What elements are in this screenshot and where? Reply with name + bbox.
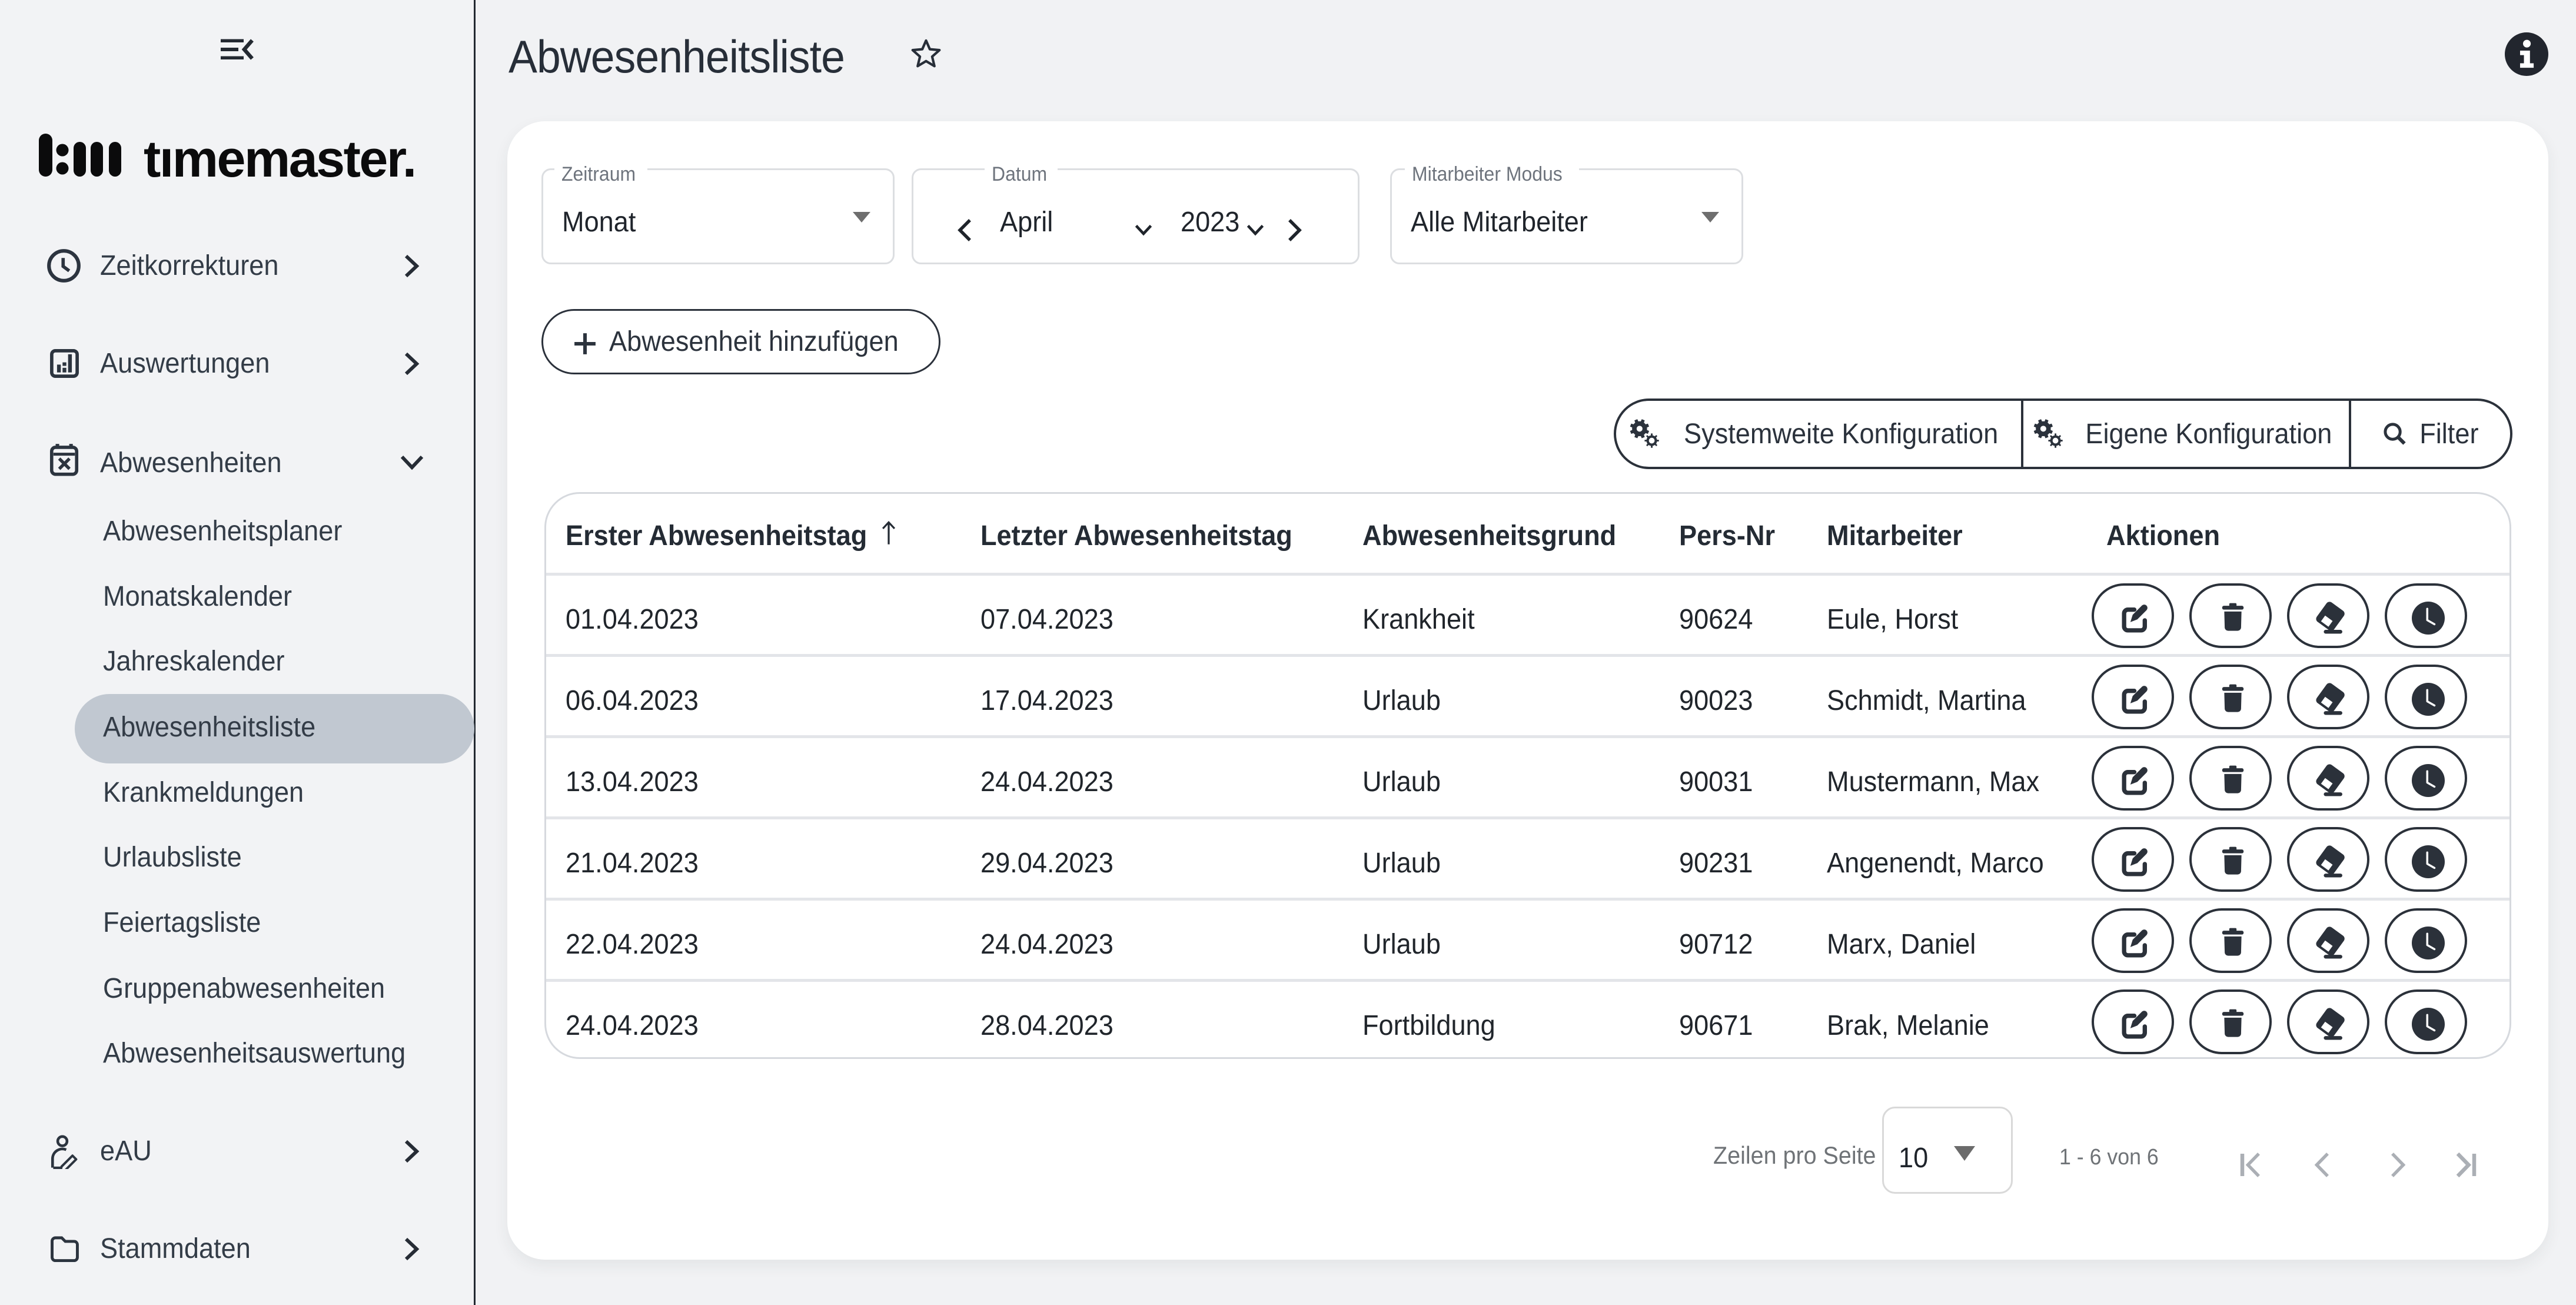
svg-text:tımemaster.: tımemaster. <box>144 132 416 179</box>
